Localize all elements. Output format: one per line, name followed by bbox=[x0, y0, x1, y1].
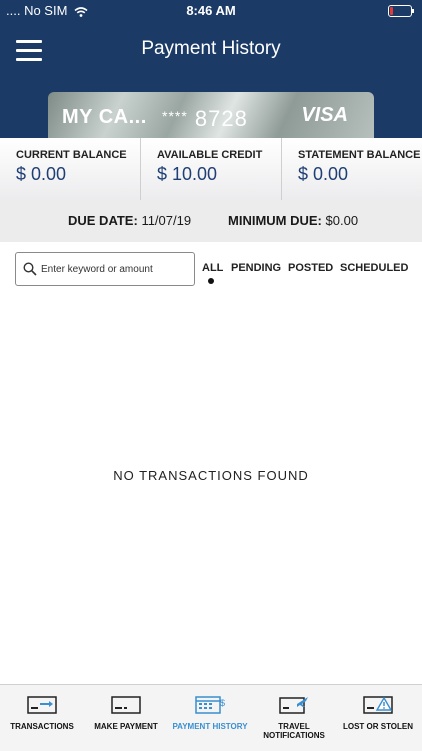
tab-pending[interactable]: PENDING bbox=[231, 262, 281, 274]
page-title: Payment History bbox=[141, 38, 281, 59]
minimum-due-label: MINIMUM DUE: bbox=[228, 213, 322, 228]
empty-state-message: NO TRANSACTIONS FOUND bbox=[113, 468, 309, 483]
balance-label: AVAILABLE CREDIT bbox=[157, 149, 263, 161]
card-arrow-icon bbox=[27, 696, 57, 714]
tab-posted[interactable]: POSTED bbox=[288, 262, 333, 274]
card-name: MY CA... bbox=[62, 106, 147, 128]
nav-make-payment[interactable]: MAKE PAYMENT bbox=[84, 685, 168, 751]
battery-icon bbox=[388, 5, 414, 17]
balance-value: $ 10.00 bbox=[157, 164, 218, 184]
nav-label: TRANSACTIONS bbox=[10, 722, 74, 731]
card-warning-icon bbox=[363, 696, 393, 714]
minimum-due: MINIMUM DUE: $0.00 bbox=[228, 213, 358, 228]
nav-payment-history[interactable]: $ PAYMENT HISTORY bbox=[168, 685, 252, 751]
available-credit: AVAILABLE CREDIT $ 10.00 bbox=[140, 138, 281, 200]
card-image[interactable]: MY CA... **** 8728 VISA bbox=[48, 92, 374, 138]
minimum-due-value: $0.00 bbox=[325, 213, 359, 228]
nav-label: PAYMENT HISTORY bbox=[172, 722, 248, 731]
search-input[interactable] bbox=[41, 258, 189, 280]
balance-value: $ 0.00 bbox=[298, 164, 349, 184]
balance-summary: CURRENT BALANCE $ 0.00 AVAILABLE CREDIT … bbox=[0, 138, 422, 201]
nav-lost-or-stolen[interactable]: LOST OR STOLEN bbox=[336, 685, 420, 751]
nav-travel-notifications[interactable]: TRAVEL NOTIFICATIONS bbox=[252, 685, 336, 751]
svg-text:$: $ bbox=[220, 698, 225, 708]
nav-label: MAKE PAYMENT bbox=[94, 722, 158, 731]
card-brand-logo: VISA bbox=[301, 104, 348, 126]
tab-scheduled[interactable]: SCHEDULED bbox=[340, 262, 408, 274]
balance-label: CURRENT BALANCE bbox=[16, 149, 127, 161]
card-plane-icon bbox=[279, 697, 308, 714]
card-last4: 8728 bbox=[194, 106, 248, 131]
nav-label: TRAVEL NOTIFICATIONS bbox=[263, 722, 325, 740]
search-icon bbox=[23, 262, 37, 276]
due-info-bar: DUE DATE: 11/07/19 MINIMUM DUE: $0.00 bbox=[0, 200, 422, 242]
card-number: **** 8728 bbox=[162, 106, 248, 132]
status-bar: .... No SIM 8:46 AM bbox=[0, 0, 422, 22]
calendar-dollar-icon: $ bbox=[195, 696, 225, 714]
due-date: DUE DATE: 11/07/19 bbox=[68, 213, 191, 228]
current-balance: CURRENT BALANCE $ 0.00 bbox=[0, 138, 140, 200]
app-header: .... No SIM 8:46 AM Payment History MY C… bbox=[0, 0, 422, 138]
selected-tab-indicator bbox=[208, 278, 214, 284]
card-icon bbox=[111, 696, 141, 714]
tab-all[interactable]: ALL bbox=[202, 262, 223, 274]
nav-label: LOST OR STOLEN bbox=[342, 722, 414, 731]
bottom-nav: TRANSACTIONS MAKE PAYMENT $ PAYMENT HIST… bbox=[0, 684, 422, 751]
nav-transactions[interactable]: TRANSACTIONS bbox=[0, 685, 84, 751]
due-date-label: DUE DATE: bbox=[68, 213, 138, 228]
balance-label: STATEMENT BALANCE bbox=[298, 149, 421, 161]
search-box[interactable] bbox=[15, 252, 195, 286]
due-date-value: 11/07/19 bbox=[141, 213, 192, 228]
card-mask: **** bbox=[162, 108, 188, 124]
statement-balance: STATEMENT BALANCE $ 0.00 bbox=[281, 138, 422, 200]
balance-value: $ 0.00 bbox=[16, 164, 67, 184]
clock: 8:46 AM bbox=[186, 3, 236, 18]
